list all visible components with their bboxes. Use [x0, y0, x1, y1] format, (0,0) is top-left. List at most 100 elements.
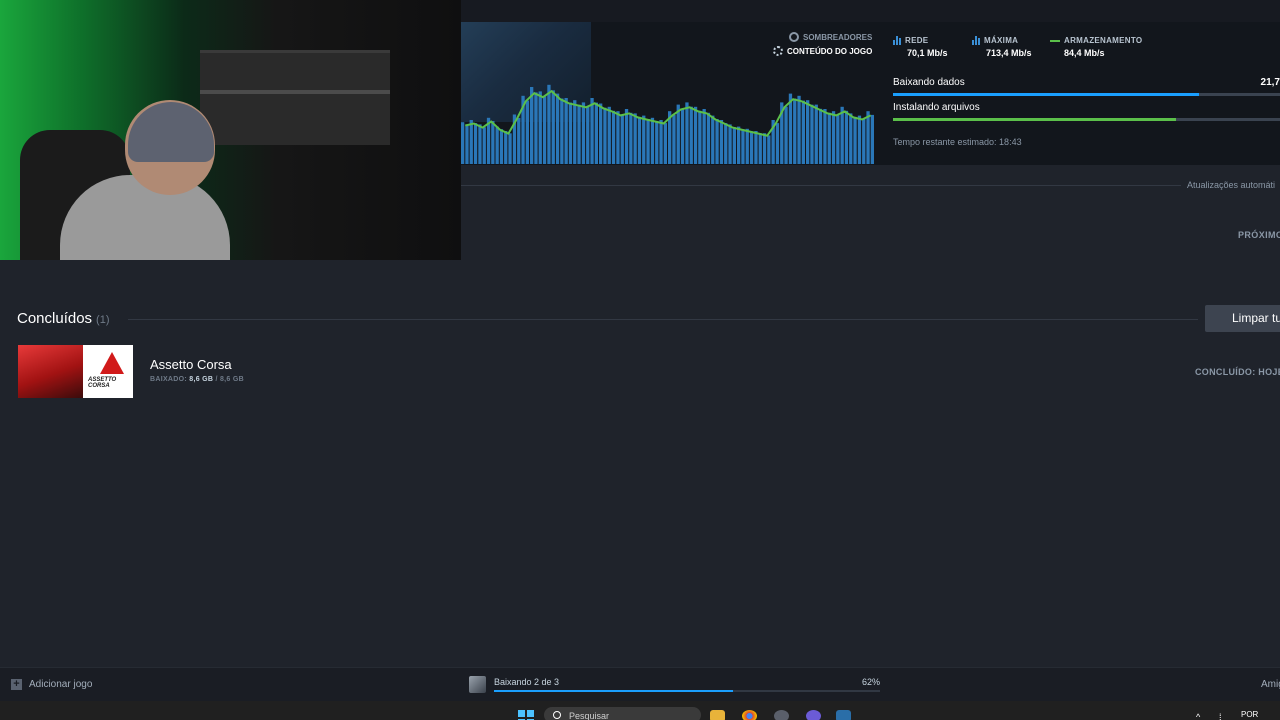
windows-start-icon[interactable]: [518, 710, 534, 720]
game-name[interactable]: Assetto Corsa: [150, 357, 232, 372]
assetto-corsa-logo-icon: [100, 352, 124, 374]
graph-bar: [793, 98, 797, 164]
graph-bar: [659, 120, 663, 164]
graph-bar: [698, 110, 702, 164]
download-percent: 62%: [862, 677, 881, 687]
search-icon: [553, 711, 561, 719]
chrome-icon[interactable]: [742, 710, 757, 720]
thumbnail-logo-text: ASSETTO CORSA: [88, 377, 117, 389]
download-progress-track: [494, 690, 880, 692]
graph-bar: [620, 114, 624, 164]
game-downloaded-info: BAIXADO: 8,6 GB / 8,6 GB: [150, 376, 244, 383]
add-game-button[interactable]: + Adicionar jogo: [11, 679, 92, 690]
completed-when: CONCLUÍDO: HOJE: [1195, 367, 1280, 377]
graph-bar: [530, 87, 534, 164]
graph-bar: [624, 109, 629, 164]
storage-line-icon: [1050, 39, 1060, 42]
graph-bar: [767, 135, 771, 164]
steam-icon[interactable]: [836, 710, 851, 720]
installing-progress: Instalando arquivos: [893, 102, 1280, 121]
completed-title: Concluídos: [17, 310, 93, 327]
graph-bar: [866, 111, 870, 164]
download-status[interactable]: Baixando 2 de 3: [494, 677, 559, 687]
next-label: PRÓXIMO: [1238, 230, 1280, 240]
shader-status-icon: [789, 32, 799, 42]
graph-bar: [603, 107, 607, 164]
graph-bar: [599, 103, 603, 164]
graph-bar: [762, 133, 767, 164]
downloaded-prefix: BAIXADO:: [150, 376, 190, 383]
graph-bar: [715, 119, 719, 164]
installing-label: Instalando arquivos: [893, 102, 980, 113]
auto-updates-link[interactable]: Atualizações automáti: [1187, 180, 1275, 190]
microphone-icon[interactable]: ⁞: [1219, 712, 1222, 720]
graph-bar: [806, 100, 810, 164]
network-stat: REDE 70,1 Mb/s: [893, 36, 948, 58]
file-explorer-icon[interactable]: [710, 710, 725, 720]
clear-all-button[interactable]: Limpar tu: [1205, 305, 1280, 332]
graph-bar: [784, 106, 788, 164]
completed-section-title: Concluídos (1): [17, 310, 110, 327]
graph-bar: [491, 121, 495, 164]
graph-bar: [594, 102, 598, 164]
graph-bar: [853, 116, 857, 164]
graph-bar: [655, 121, 659, 164]
downloaded-total: / 8,6 GB: [213, 376, 244, 383]
graph-bar: [650, 117, 655, 164]
graph-bar: [737, 126, 741, 164]
graph-bar: [482, 127, 486, 164]
graph-bar: [564, 98, 568, 164]
storage-value: 84,4 Mb/s: [1064, 48, 1105, 58]
downloading-game-icon[interactable]: [469, 676, 486, 693]
tray-chevron-up-icon[interactable]: ^: [1196, 712, 1200, 720]
add-game-label: Adicionar jogo: [29, 679, 93, 690]
graph-bar: [551, 90, 555, 164]
graph-bar: [711, 115, 715, 164]
graph-bar: [508, 133, 512, 164]
shader-legend: SOMBREADORES CONTEÚDO DO JOGO: [773, 30, 883, 60]
graph-bar: [637, 116, 642, 164]
queue-divider: [461, 185, 1181, 186]
graph-bar: [646, 119, 650, 164]
friends-chat-button[interactable]: Amig: [1261, 679, 1280, 690]
race-car-image: [18, 345, 83, 398]
graph-bar: [685, 102, 689, 164]
graph-bar: [823, 109, 827, 164]
app-icon[interactable]: [774, 710, 789, 720]
graph-bar: [469, 120, 473, 164]
graph-bar: [728, 124, 732, 164]
graph-bar: [775, 123, 780, 164]
completed-divider: [128, 319, 1198, 320]
graph-bar: [573, 100, 577, 164]
graph-bar: [473, 123, 478, 164]
network-bars-icon: [893, 36, 901, 45]
graph-bar: [719, 120, 724, 164]
graph-bar: [590, 98, 594, 164]
graph-bar: [616, 111, 620, 164]
graph-bar: [801, 100, 805, 164]
network-label: REDE: [905, 36, 929, 45]
peak-stat: MÁXIMA 713,4 Mb/s: [972, 36, 1032, 58]
graph-bar: [862, 119, 866, 164]
game-thumbnail[interactable]: ASSETTO CORSA: [18, 345, 133, 398]
graph-bar: [702, 109, 706, 164]
graph-bar: [465, 125, 469, 164]
graph-bar: [504, 131, 508, 164]
graph-bar: [745, 128, 749, 164]
graph-bar: [732, 127, 736, 164]
webcam-shelf-edge: [200, 90, 390, 94]
downloading-label: Baixando dados: [893, 77, 965, 88]
graph-bar: [836, 114, 840, 164]
storage-label: ARMAZENAMENTO: [1064, 36, 1143, 45]
peak-value: 713,4 Mb/s: [986, 48, 1032, 58]
downloading-amount: 21,7: [1260, 77, 1280, 88]
discord-icon[interactable]: [806, 710, 821, 720]
language-indicator[interactable]: POR: [1241, 710, 1258, 719]
graph-bar: [586, 106, 590, 164]
graph-bar: [672, 114, 676, 164]
graph-bar: [810, 104, 814, 164]
eta-text: Tempo restante estimado: 18:43: [893, 137, 1022, 147]
graph-bar: [814, 104, 818, 164]
graph-bar: [538, 91, 542, 164]
taskbar-search[interactable]: Pesquisar: [544, 707, 701, 720]
